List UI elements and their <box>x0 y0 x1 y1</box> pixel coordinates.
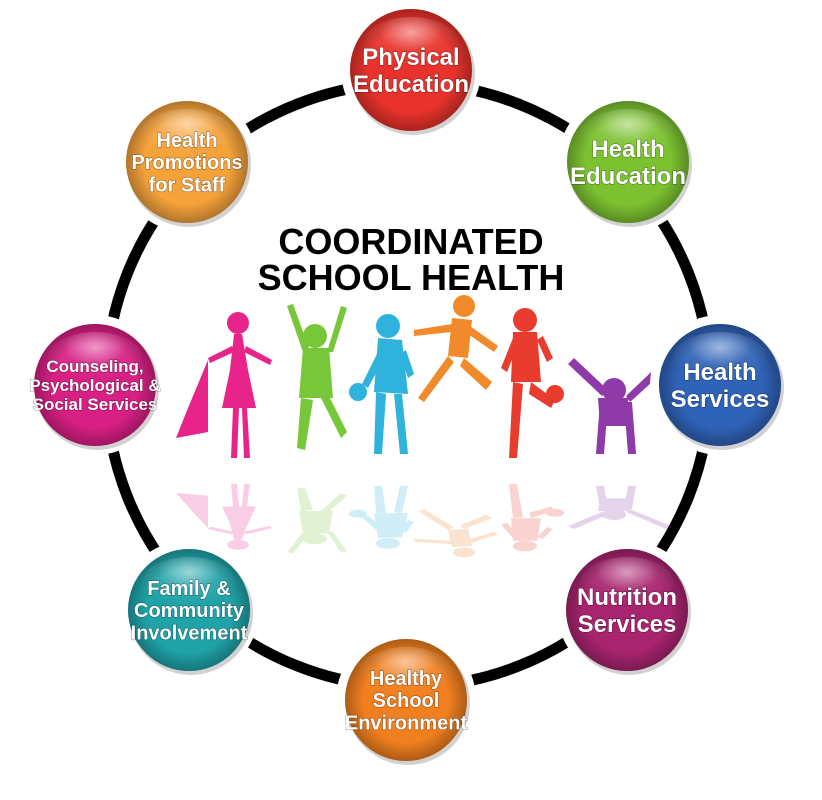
figure-blue-child <box>349 314 414 454</box>
reflection-part <box>374 485 408 514</box>
node-label-line: Social Services <box>33 395 158 414</box>
reflection-part <box>546 508 564 517</box>
reflection-part <box>231 484 250 507</box>
component-nodes: PhysicalEducationHealthEducationHealthSe… <box>25 0 790 770</box>
figure-part <box>231 408 250 458</box>
figure-part <box>418 356 492 402</box>
node-healthy-school-environment: HealthySchoolEnvironment <box>336 630 476 770</box>
figure-part <box>227 312 249 334</box>
node-counseling-psychological-social: Counseling,Psychological &Social Service… <box>25 315 165 455</box>
node-label-line: Community <box>134 600 245 622</box>
coordinated-school-health-diagram: COORDINATED SCHOOL HEALTH Physical Educat… <box>0 0 822 800</box>
diagram-canvas: COORDINATED SCHOOL HEALTH PhysicalEducat… <box>25 0 790 770</box>
node-label-line: Counseling, <box>46 357 143 376</box>
figure-reflection-blue-child <box>349 485 414 549</box>
node-health-services: HealthServices <box>650 315 790 455</box>
node-label-line: Services <box>578 611 677 638</box>
figure-green-child <box>287 304 347 450</box>
reflection-part <box>448 529 472 547</box>
figure-pink-girl <box>176 312 272 458</box>
reflection-part <box>418 509 492 530</box>
reflection-part <box>513 540 537 552</box>
node-label-line: for Staff <box>149 175 226 197</box>
figure-part <box>513 308 537 332</box>
node-physical-education: PhysicalEducation <box>341 0 481 140</box>
title-line-2: SCHOOL HEALTH <box>258 257 565 298</box>
title-line-1: COORDINATED <box>278 221 543 262</box>
node-nutrition-services: NutritionServices <box>557 540 697 680</box>
node-label-line: Family & <box>147 578 230 600</box>
reflection-part <box>297 487 347 512</box>
reflection-part <box>376 538 400 549</box>
node-health-education: HealthEducation <box>558 92 698 232</box>
reflection-part <box>349 509 367 518</box>
node-label-line: School <box>373 690 440 712</box>
figure-part <box>297 396 347 450</box>
figure-part <box>222 334 256 408</box>
node-label-line: Healthy <box>370 668 443 690</box>
figure-part <box>511 332 541 382</box>
reflection-part <box>176 493 208 529</box>
node-label-line: Health <box>591 136 664 163</box>
figure-red-child <box>501 308 564 458</box>
node-label-line: Health <box>683 359 756 386</box>
node-label-line: Environment <box>345 713 468 735</box>
node-health-promotions-staff: HealthPromotionsfor Staff <box>117 92 257 232</box>
reflection-part <box>222 506 256 540</box>
node-label-line: Physical <box>362 44 459 71</box>
reflection-part <box>227 539 249 550</box>
figure-part <box>453 295 475 317</box>
node-label-line: Services <box>671 386 770 413</box>
figure-reflection-purple-child <box>568 485 672 529</box>
node-label-line: Psychological & <box>29 376 160 395</box>
node-label-line: Promotions <box>131 152 242 174</box>
children-silhouettes <box>176 295 672 558</box>
figure-part <box>349 383 367 401</box>
reflection-part <box>453 547 475 558</box>
figure-reflection-pink-girl <box>176 484 272 550</box>
figure-part <box>546 385 564 403</box>
figure-part <box>299 348 333 398</box>
figure-reflection-orange-child <box>414 509 498 558</box>
center-title: COORDINATED SCHOOL HEALTH <box>258 221 565 298</box>
reflection-part <box>299 511 333 534</box>
reflection-part <box>511 518 541 541</box>
figure-part <box>176 360 208 438</box>
figure-part <box>374 392 408 454</box>
figure-part <box>376 314 400 338</box>
figure-orange-child <box>414 295 498 402</box>
node-family-community-involvement: Family &CommunityInvolvement <box>119 540 259 680</box>
node-label-line: Education <box>570 163 686 190</box>
node-label-line: Nutrition <box>577 584 677 611</box>
node-label-line: Education <box>353 71 469 98</box>
figure-part <box>448 318 472 358</box>
node-label-line: Health <box>156 130 217 152</box>
node-label-line: Involvement <box>131 623 248 645</box>
figure-reflection-red-child <box>501 484 564 552</box>
figure-reflection-green-child <box>287 487 347 554</box>
